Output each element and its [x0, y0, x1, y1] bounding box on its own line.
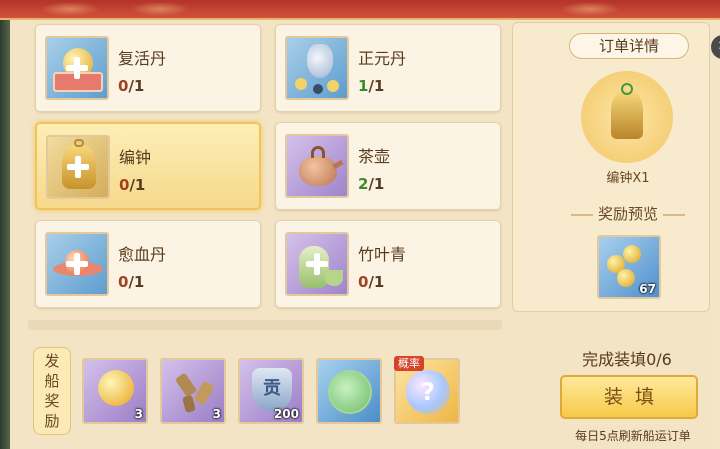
order-card-zhengyuandan[interactable]: 正元丹 1/1 — [275, 24, 501, 112]
order-card-yuxuedan[interactable]: 愈血丹 0/1 — [35, 220, 261, 308]
order-progress: 0/1 — [118, 77, 145, 95]
reward-quantity: 67 — [639, 282, 656, 296]
refresh-note: 每日5点刷新船运订单 — [575, 429, 691, 443]
close-icon[interactable]: ✕ — [711, 35, 720, 59]
order-progress: 0/1 — [358, 273, 385, 291]
contribution-badge-icon[interactable]: 贡 200 — [238, 358, 304, 424]
mystery-orb-icon[interactable]: ? 概率 — [394, 356, 460, 424]
pill-box-icon — [45, 36, 109, 100]
order-card-zhuyeqing[interactable]: 竹叶青 0/1 — [275, 220, 501, 308]
order-name: 正元丹 — [358, 49, 407, 68]
order-progress: 0/1 — [118, 273, 145, 291]
load-button[interactable]: 装填 — [560, 375, 698, 419]
order-item-label: 编钟X1 — [606, 171, 650, 186]
order-progress: 0/1 — [119, 176, 146, 194]
bronze-bell-icon — [46, 135, 110, 199]
banner-swirl — [130, 2, 190, 16]
wine-bottle-icon — [285, 232, 349, 296]
order-detail-panel: 订单详情 ✕ 编钟X1 奖励预览 67 — [512, 22, 720, 312]
crystal-shards-icon[interactable]: 3 — [160, 358, 226, 424]
section-divider — [28, 320, 502, 330]
teapot-icon — [285, 134, 349, 198]
order-progress: 1/1 — [358, 77, 385, 95]
order-name: 竹叶青 — [358, 245, 407, 264]
jade-bear-coin-icon[interactable] — [316, 358, 382, 424]
order-progress: 2/1 — [358, 175, 385, 193]
order-card-chahu[interactable]: 茶壶 2/1 — [275, 122, 501, 210]
reward-quantity: 3 — [134, 407, 143, 421]
banner-swirl — [40, 2, 100, 16]
reward-quantity: 3 — [212, 407, 221, 421]
order-name: 茶壶 — [358, 147, 391, 166]
order-name: 愈血丹 — [118, 245, 167, 264]
pill-dish-icon — [45, 232, 109, 296]
ship-reward-label: 发 船 奖 励 — [33, 347, 71, 435]
gourd-pills-icon — [285, 36, 349, 100]
order-card-bianzhong-selected[interactable]: 编钟 0/1 — [35, 122, 261, 210]
gold-orb-icon[interactable]: 3 — [82, 358, 148, 424]
reward-preview-title: 奖励预览 — [549, 203, 707, 224]
order-name: 编钟 — [119, 148, 152, 167]
banner-swirl — [560, 2, 620, 16]
probability-badge: 概率 — [394, 356, 424, 371]
order-card-fuhuodan[interactable]: 复活丹 0/1 — [35, 24, 261, 112]
background-edge — [0, 20, 10, 449]
gold-coins-reward[interactable]: 67 — [597, 235, 661, 299]
top-banner — [0, 0, 720, 20]
bronze-bell-icon — [581, 71, 673, 163]
reward-quantity: 200 — [273, 407, 299, 421]
order-name: 复活丹 — [118, 49, 167, 68]
order-detail-title: 订单详情 — [569, 33, 689, 59]
load-progress-text: 完成装填0/6 — [582, 350, 672, 369]
